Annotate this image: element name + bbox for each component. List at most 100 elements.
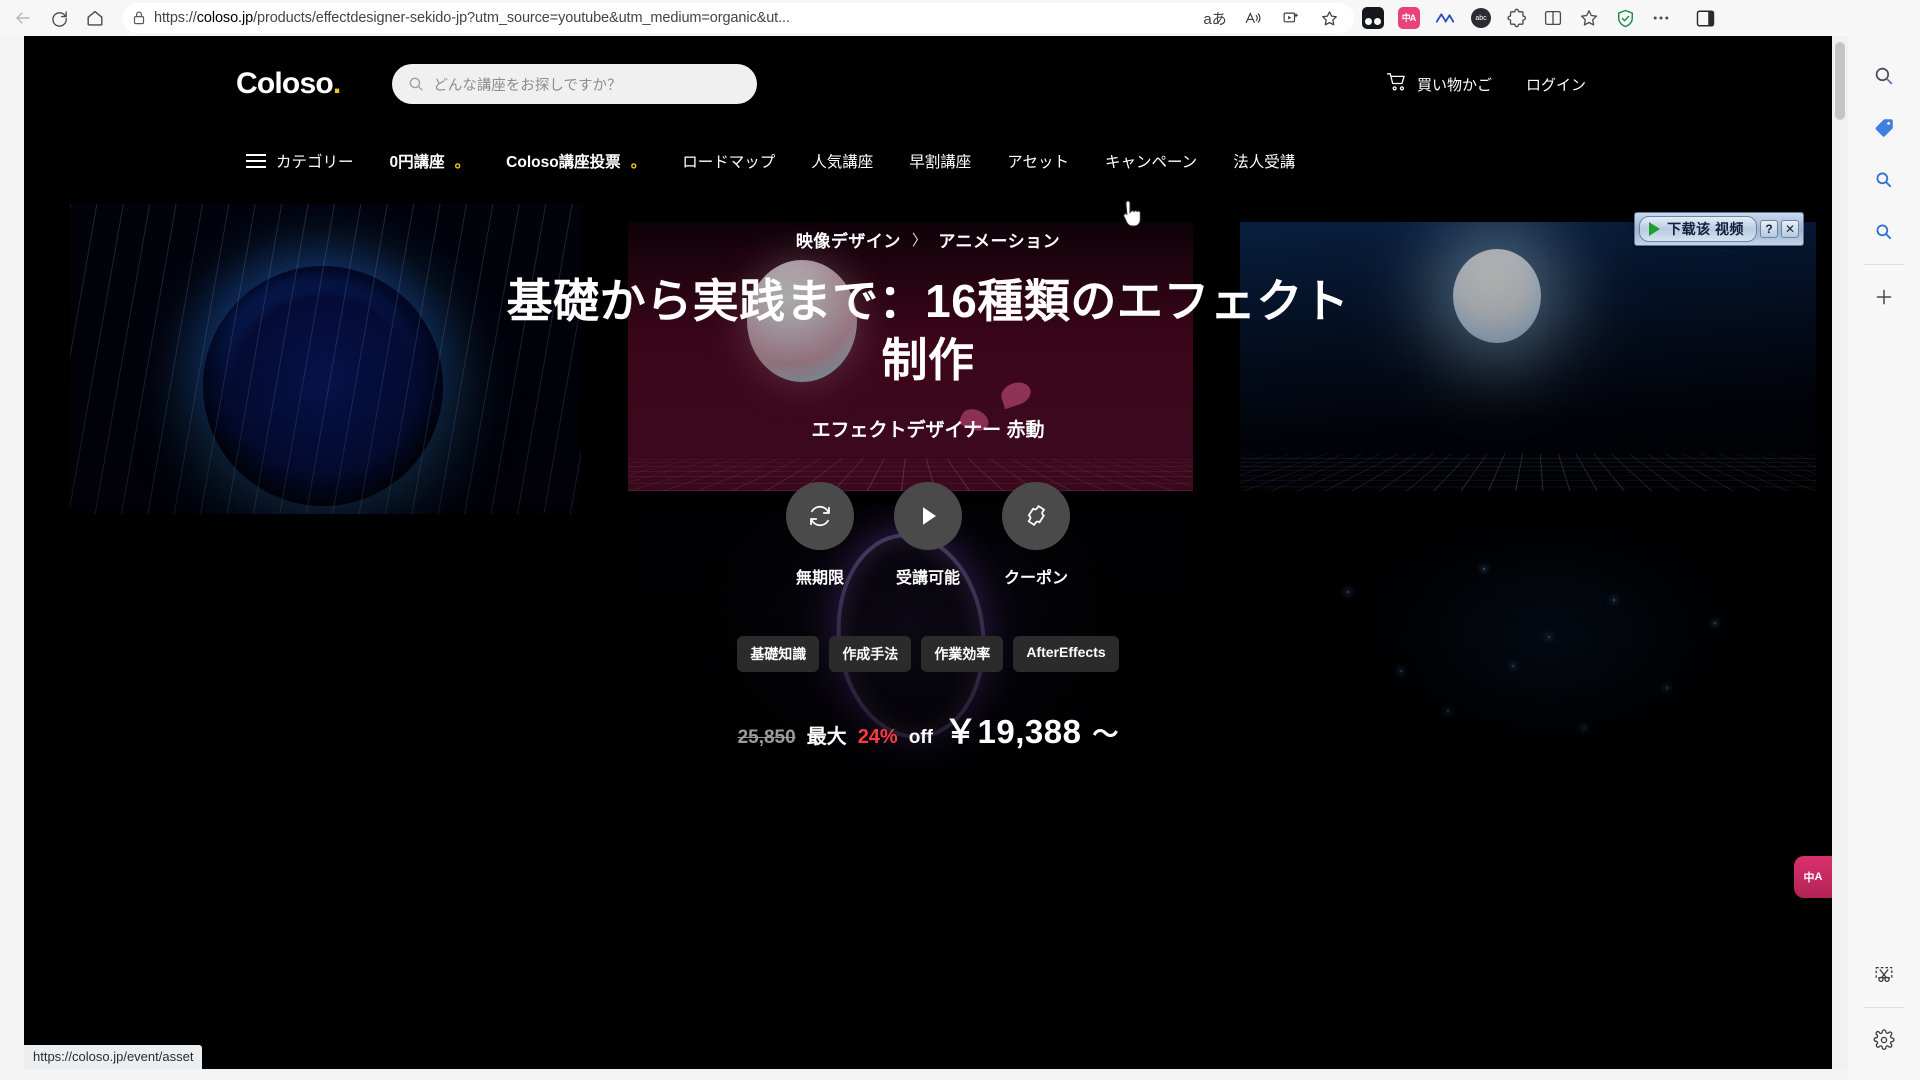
browser-viewport: 映像デザイン 〉 アニメーション 基礎から実践まで：16種類のエフェクト制作 エ…	[24, 36, 1848, 1069]
nav-item-campaign[interactable]: キャンペーン	[1105, 150, 1197, 172]
add-icon[interactable]	[1861, 271, 1907, 323]
url-text: https://coloso.jp/products/effectdesigne…	[154, 10, 1192, 26]
web-page: 映像デザイン 〉 アニメーション 基礎から実践まで：16種類のエフェクト制作 エ…	[24, 36, 1832, 1069]
nav-item-asset[interactable]: アセット	[1007, 150, 1069, 172]
split-screen-icon[interactable]	[1276, 5, 1306, 31]
sidebar-icon	[1696, 10, 1714, 26]
price-tilde: ～	[1092, 718, 1119, 749]
feature-available-label: 受講可能	[895, 569, 960, 587]
screenshot-icon[interactable]	[1861, 949, 1907, 1001]
cart-icon	[1386, 72, 1408, 96]
hero-content: 映像デザイン 〉 アニメーション 基礎から実践まで：16種類のエフェクト制作 エ…	[24, 36, 1832, 1069]
tag-item[interactable]: 作成手法	[829, 635, 912, 672]
discount-percent: 24%	[857, 725, 898, 748]
sidebar-divider-top	[1864, 264, 1904, 265]
download-video-button[interactable]: 下载该 视频	[1639, 216, 1757, 242]
translate-a-glyph: A	[1409, 12, 1417, 23]
url-host: coloso.jp	[196, 10, 254, 26]
status-bar-url: https://coloso.jp/event/asset	[24, 1045, 203, 1069]
url-path: /products/effectdesigner-sekido-jp?utm_s…	[253, 10, 790, 26]
puzzle-icon	[1506, 8, 1526, 27]
nav-label-free-courses: 0円講座	[389, 154, 445, 171]
extension-dark-reader[interactable]: abc	[1464, 3, 1498, 33]
download-helper-help-button[interactable]: ?	[1760, 220, 1778, 238]
login-link[interactable]: ログイン	[1526, 74, 1586, 95]
extension-immersive-reader[interactable]	[1356, 3, 1390, 33]
original-price: 25,850	[737, 726, 796, 748]
floating-translate-button[interactable]: 中A	[1794, 856, 1832, 898]
favorites-button[interactable]	[1572, 3, 1606, 33]
nav-dot-free-courses: 。	[454, 154, 471, 171]
split-pane-icon	[1544, 10, 1562, 26]
refresh-button[interactable]	[42, 3, 76, 33]
nav-item-free-courses[interactable]: 0円講座。	[390, 150, 471, 172]
home-button[interactable]	[78, 3, 112, 33]
tag-item[interactable]: 基礎知識	[737, 635, 820, 672]
extension-claude[interactable]	[1428, 3, 1462, 33]
search-input[interactable]: どんな講座をお探しですか？	[392, 64, 758, 104]
nav-item-early-bird[interactable]: 早割講座	[909, 150, 971, 172]
back-button[interactable]	[6, 3, 40, 33]
ticket-icon	[1002, 481, 1070, 550]
play-triangle-icon	[1649, 222, 1661, 236]
site-logo[interactable]: Coloso.	[236, 67, 341, 101]
site-header: Coloso. どんな講座をお探しですか？ 買い物かご ログイン	[24, 36, 1816, 132]
sidebar-toggle-button[interactable]	[1688, 3, 1722, 33]
float-translate-cn: 中	[1803, 872, 1815, 884]
settings-icon[interactable]	[1861, 1014, 1907, 1066]
download-video-label: 下载该 视频	[1667, 221, 1744, 237]
extension-translate[interactable]: 中A	[1392, 3, 1426, 33]
sidebar-item-categories[interactable]: カテゴリー	[246, 150, 354, 172]
immersive-reader-icon	[1362, 7, 1384, 29]
feature-available: 受講可能	[894, 481, 962, 588]
nav-item-roadmap[interactable]: ロードマップ	[682, 150, 775, 172]
tag-item[interactable]: AfterEffects	[1013, 635, 1119, 672]
search-icon-3[interactable]	[1861, 206, 1907, 258]
page-scrollbar[interactable]	[1832, 36, 1848, 1069]
header-actions: 買い物かご ログイン	[1386, 72, 1586, 96]
split-pane-button[interactable]	[1536, 3, 1570, 33]
discount-prefix: 最大	[806, 725, 847, 748]
nav-label-course-vote: Coloso講座投票	[506, 154, 621, 171]
course-title: 基礎から実践まで：16種類のエフェクト制作	[506, 275, 1350, 386]
nav-label-categories: カテゴリー	[276, 154, 354, 171]
breadcrumb-category[interactable]: 映像デザイン	[796, 227, 901, 252]
download-helper-close-button[interactable]: ✕	[1781, 220, 1799, 238]
logo-dot: .	[332, 67, 341, 100]
address-bar[interactable]: https://coloso.jp/products/effectdesigne…	[122, 3, 1354, 33]
tag-item[interactable]: 作業効率	[921, 635, 1004, 672]
cart-link[interactable]: 買い物かご	[1386, 72, 1492, 96]
favorites-star-icon	[1580, 10, 1598, 26]
edge-sidebar	[1848, 36, 1920, 1080]
refresh-icon	[786, 481, 854, 550]
float-translate-a: A	[1814, 871, 1823, 883]
settings-and-more-button[interactable]	[1644, 3, 1678, 33]
nav-item-course-vote[interactable]: Coloso講座投票。	[506, 150, 646, 172]
nav-item-popular[interactable]: 人気講座	[811, 150, 873, 172]
feature-unlimited-label: 無期限	[795, 569, 844, 587]
scrollbar-thumb[interactable]	[1835, 42, 1845, 120]
price-row: 25,850 最大 24% off ￥19,388 ～	[738, 705, 1119, 753]
nav-item-corporate[interactable]: 法人受講	[1233, 150, 1295, 172]
breadcrumb-separator-icon: 〉	[911, 232, 928, 249]
breadcrumb-subcategory[interactable]: アニメーション	[938, 227, 1060, 252]
site-info-lock-icon[interactable]	[132, 10, 146, 26]
read-aloud-icon[interactable]	[1238, 5, 1268, 31]
ellipsis-icon	[1653, 16, 1669, 20]
reading-view-icon[interactable]: aあ	[1200, 5, 1230, 31]
logo-text: Coloso	[236, 67, 334, 100]
discount-suffix: off	[908, 726, 933, 748]
extension-manager-button[interactable]	[1500, 3, 1534, 33]
feature-coupon: クーポン	[1002, 481, 1070, 588]
tracking-prevention-button[interactable]	[1608, 3, 1642, 33]
current-price: ￥19,388	[943, 712, 1082, 750]
favorite-star-icon[interactable]	[1314, 5, 1344, 31]
search-icon-1[interactable]	[1861, 50, 1907, 102]
search-icon	[408, 76, 424, 92]
translate-extension-icon: 中A	[1398, 7, 1420, 29]
url-prefix: https://	[154, 10, 197, 26]
search-icon-2[interactable]	[1861, 154, 1907, 206]
play-icon	[894, 481, 962, 550]
shopping-tag-icon[interactable]	[1861, 102, 1907, 154]
dark-reader-icon: abc	[1471, 8, 1491, 28]
